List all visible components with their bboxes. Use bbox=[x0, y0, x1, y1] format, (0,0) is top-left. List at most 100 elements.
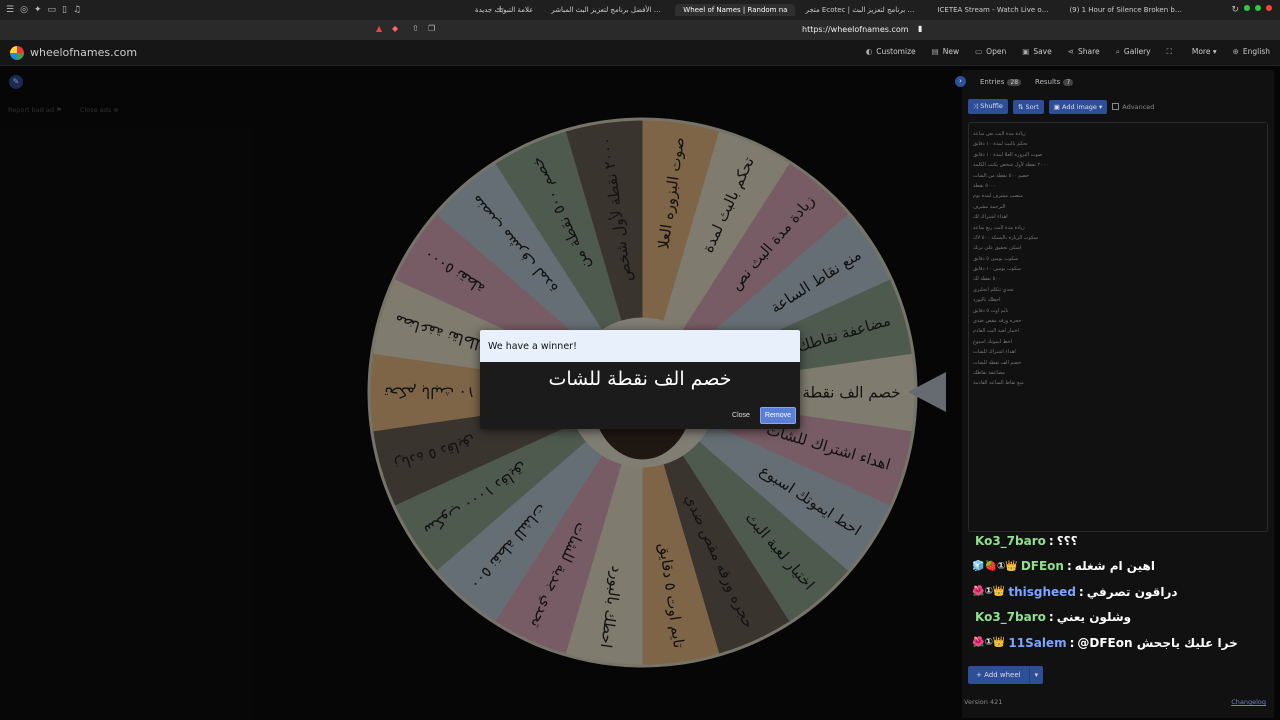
winner-dialog: We have a winner! خصم الف نقطة للشات Clo… bbox=[480, 330, 800, 429]
chevron-right-icon: › bbox=[959, 77, 962, 85]
tab-results-label: Results bbox=[1035, 77, 1061, 86]
entry-line: الترجمة مشرف bbox=[973, 203, 1006, 210]
browser-tab[interactable]: البوت الأفضل برنامج لتعزيز البث المباشر bbox=[543, 4, 673, 16]
chat-overlay: Ko3_7baro : ؟؟؟ 🧊🍓①👑 DFEon : اهين ام شغله 🌺… bbox=[972, 528, 1272, 656]
browser-tab-bar: ☰ ◎ ✦ ▭ ▯ ♫ + علامة التبويب جديدة البوت ا… bbox=[0, 0, 1280, 20]
entry-line: تحدي تتكلم انجليزي bbox=[973, 286, 1014, 293]
shield-icon[interactable]: ▲ bbox=[376, 24, 382, 33]
chat-username: Ko3_7baro bbox=[975, 533, 1046, 548]
url-text[interactable]: https://wheelofnames.com bbox=[802, 25, 909, 34]
image-icon: ▣ bbox=[1053, 102, 1060, 111]
chat-text: اهين ام شغله bbox=[1074, 559, 1155, 574]
shuffle-label: Shuffle bbox=[980, 102, 1003, 110]
window-minimize-button[interactable] bbox=[1244, 5, 1250, 11]
chat-message: 🌺①👑 thisgheed : دراقون تصرفي bbox=[972, 579, 1272, 605]
menu-icon[interactable]: ☰ bbox=[6, 5, 14, 15]
nav-share-button[interactable]: ⋖ Share bbox=[1068, 47, 1100, 57]
tab-results[interactable]: Results 7 bbox=[1035, 77, 1074, 86]
advanced-label: Advanced bbox=[1122, 102, 1155, 111]
extensions-icon[interactable]: ✦ bbox=[34, 5, 42, 15]
reload-icon[interactable]: ↻ bbox=[1231, 5, 1239, 15]
browser-tab[interactable]: ICETEA Stream - Watch Live on K bbox=[929, 4, 1059, 16]
chat-message: Ko3_7baro : وشلون يعني bbox=[972, 605, 1272, 631]
browser-tabs: علامة التبويب جديدة البوت الأفضل برنامج ل… bbox=[120, 4, 1231, 16]
browser-tab[interactable]: (9) 1 Hour of Silence Broken by Sh bbox=[1061, 4, 1191, 16]
winner-dialog-actions: Close Remove bbox=[732, 407, 796, 424]
nav-label: Gallery bbox=[1123, 47, 1151, 56]
share-icon: ⋖ bbox=[1067, 47, 1075, 56]
collapse-panel-button[interactable]: › bbox=[955, 76, 966, 87]
entry-line: احط ايموتك اسبوع bbox=[973, 338, 1012, 345]
chat-username: 11Salem bbox=[1008, 635, 1067, 650]
nav-gallery-button[interactable]: ⌕ Gallery bbox=[1116, 47, 1151, 57]
browser-tab[interactable]: Wheel of Names | Random na bbox=[675, 4, 796, 16]
nav-save-button[interactable]: ▣ Save bbox=[1022, 47, 1052, 57]
sidebar-icon[interactable]: ▯ bbox=[62, 5, 67, 15]
tab-entries[interactable]: Entries 28 bbox=[980, 77, 1022, 86]
entry-line: تايم اوت ٥ دقايق bbox=[973, 307, 1009, 314]
add-wheel-dropdown[interactable]: ▾ bbox=[1028, 666, 1044, 684]
nav-fullscreen-button[interactable]: ⛶ bbox=[1167, 47, 1176, 57]
share-page-icon[interactable]: ⇧ bbox=[412, 24, 419, 33]
chat-message: 🌺①👑 11Salem : @DFEon خرا عليك ياجحش bbox=[972, 630, 1272, 656]
add-image-label: Add image bbox=[1062, 102, 1097, 111]
browser-tab[interactable]: متجر Ecotec | أفضل برنامج لتعزيز البث bbox=[797, 4, 927, 16]
nav-label: Save bbox=[1033, 47, 1052, 56]
tab-entries-label: Entries bbox=[980, 77, 1005, 86]
copy-icon[interactable]: ❐ bbox=[428, 24, 435, 33]
entry-line: ٥٠٠٠ نقطة bbox=[973, 182, 997, 189]
tabs-icon[interactable]: ▭ bbox=[47, 5, 56, 15]
nav-label: More ▾ bbox=[1191, 47, 1217, 56]
window-controls: ↻ bbox=[1231, 5, 1280, 15]
history-icon[interactable]: ◎ bbox=[20, 5, 28, 15]
nav-open-button[interactable]: ▭ Open bbox=[975, 47, 1006, 57]
sort-label: Sort bbox=[1025, 102, 1039, 111]
nav-label: Customize bbox=[876, 47, 916, 56]
entry-line: منع نقاط الساعة القادمة bbox=[973, 380, 1024, 387]
add-image-button[interactable]: ▣ Add image ▾ bbox=[1048, 99, 1108, 114]
entries-textarea[interactable]: زيادة مدة البث نص ساعة تحكم بالبث لمدة ١٠… bbox=[968, 122, 1268, 532]
nav-more-button[interactable]: More ▾ bbox=[1192, 47, 1217, 57]
checkbox-box bbox=[1112, 103, 1120, 110]
add-wheel-label: Add wheel bbox=[984, 671, 1021, 679]
shuffle-icon: ⤨ bbox=[973, 102, 979, 110]
chat-username: thisgheed bbox=[1008, 584, 1076, 599]
entry-line: خصم ٥٠٠ نقطة من الشات bbox=[973, 172, 1029, 179]
window-close-button[interactable] bbox=[1266, 5, 1272, 11]
advanced-checkbox[interactable]: Advanced bbox=[1112, 103, 1154, 111]
nav-english-button[interactable]: ⊕ English bbox=[1233, 47, 1270, 57]
bookmark-icon[interactable]: ▮ bbox=[918, 24, 922, 33]
chat-separator: : bbox=[1078, 584, 1084, 599]
sort-button[interactable]: ⇅ Sort bbox=[1012, 99, 1044, 114]
chevron-down-icon: ▾ bbox=[1034, 671, 1039, 679]
chat-badges: 🧊🍓①👑 bbox=[972, 560, 1018, 572]
new-tab-icon[interactable]: + bbox=[496, 4, 504, 15]
browser-address-bar[interactable]: ▲ ◆ ⇧ ❐ https://wheelofnames.com ▮ bbox=[0, 20, 1280, 40]
site-nav: ◐ Customize ▤ New ▭ Open ▣ Save ⋖ Share ⌕ Gallery ⛶ M… bbox=[866, 47, 1270, 57]
window-maximize-button[interactable] bbox=[1255, 5, 1261, 11]
music-icon[interactable]: ♫ bbox=[73, 5, 81, 15]
site-logo-text: wheelofnames.com bbox=[30, 46, 138, 59]
shuffle-button[interactable]: ⤨ Shuffle bbox=[968, 99, 1008, 114]
site-logo[interactable]: wheelofnames.com bbox=[0, 45, 138, 60]
nav-new-button[interactable]: ▤ New bbox=[932, 47, 959, 57]
add-wheel-control: + Add wheel ▾ bbox=[968, 666, 1044, 684]
wheel-logo-icon bbox=[10, 45, 24, 60]
page-root: ☰ ◎ ✦ ▭ ▯ ♫ + علامة التبويب جديدة البوت ا… bbox=[0, 0, 1280, 720]
right-panel: › Entries 28 Results 7 ⤨ Shuffle ⇅ Sort ▣ … bbox=[955, 70, 1274, 718]
close-button[interactable]: Close bbox=[732, 412, 750, 419]
brave-icon[interactable]: ◆ bbox=[392, 24, 398, 33]
remove-button[interactable]: Remove bbox=[759, 407, 796, 424]
entry-line: اهداء اشتراك للشات bbox=[973, 349, 1016, 356]
chat-badges: 🌺①👑 bbox=[972, 586, 1006, 598]
chat-text: @DFEon خرا عليك ياجحش bbox=[1077, 635, 1238, 650]
entry-line: سكوب الزيارة بالبسكد ٥٠٠ لاك bbox=[973, 234, 1039, 241]
entry-line: زيادة مدة البث ربع ساعة bbox=[973, 224, 1025, 231]
entry-line: ٥٠٠ نقطة لك bbox=[973, 276, 1001, 283]
entries-toolbar: ⤨ Shuffle ⇅ Sort ▣ Add image ▾ Advanced bbox=[968, 99, 1154, 114]
chat-message: Ko3_7baro : ؟؟؟ bbox=[972, 528, 1272, 554]
changelog-link[interactable]: Changelog bbox=[1231, 698, 1266, 706]
file-icon: ▤ bbox=[931, 47, 939, 56]
add-wheel-button[interactable]: + Add wheel bbox=[968, 666, 1029, 684]
nav-customize-button[interactable]: ◐ Customize bbox=[866, 47, 916, 57]
